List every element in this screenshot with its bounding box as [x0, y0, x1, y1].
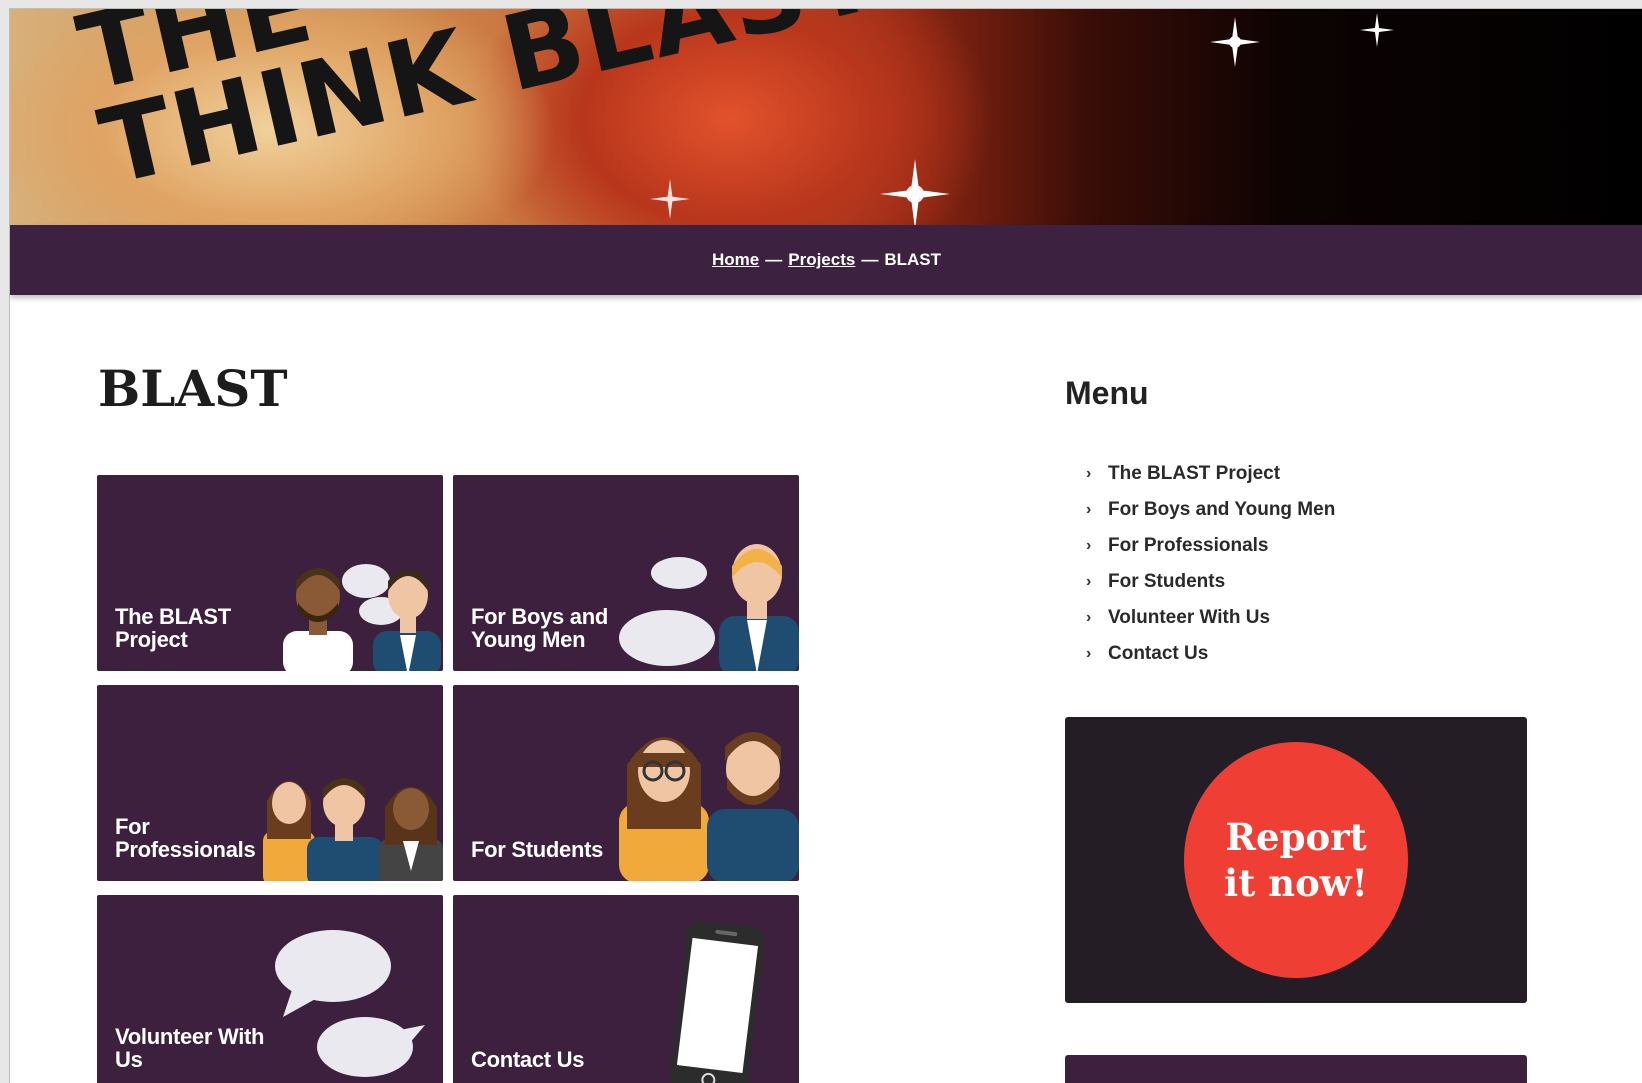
breadcrumb-home-link[interactable]: Home — [712, 250, 759, 270]
sidebar-item-for-professionals[interactable]: › For Professionals — [1086, 528, 1335, 564]
sidebar-item-contact-us[interactable]: › Contact Us — [1086, 636, 1335, 672]
sidebar-item-label: Contact Us — [1108, 643, 1209, 664]
sidebar-item-label: For Boys and Young Men — [1108, 499, 1336, 520]
page-title: BLAST — [98, 359, 288, 418]
tile-contact-us[interactable]: Contact Us — [453, 895, 799, 1083]
boy-with-speech-bubbles-icon — [619, 544, 799, 671]
chevron-right-icon: › — [1086, 609, 1092, 626]
two-students-icon — [619, 732, 799, 881]
chevron-right-icon: › — [1086, 465, 1092, 482]
tile-label: The BLAST Project — [115, 604, 231, 652]
sparkle-icon — [1360, 13, 1394, 47]
tile-label: Contact Us — [471, 1047, 585, 1072]
sparkle-icon — [1210, 17, 1260, 67]
report-it-now-button[interactable]: Report it now! — [1184, 742, 1408, 978]
sidebar-item-volunteer-with-us[interactable]: › Volunteer With Us — [1086, 600, 1335, 636]
breadcrumb: Home — Projects — BLAST — [10, 225, 1642, 295]
browser-frame: THE THINK BLAST Home — Projects — BLAST … — [0, 0, 1642, 1083]
web-page: THE THINK BLAST Home — Projects — BLAST … — [9, 8, 1642, 1083]
sidebar-item-label: For Students — [1108, 571, 1226, 592]
sparkle-icon — [650, 179, 690, 219]
breadcrumb-current: BLAST — [884, 250, 941, 269]
three-professionals-icon — [263, 778, 443, 881]
sidebar-item-for-boys-and-young-men[interactable]: › For Boys and Young Men — [1086, 492, 1335, 528]
mobile-phone-icon — [669, 920, 765, 1083]
tile-for-professionals[interactable]: For Professionals — [97, 685, 443, 881]
sidebar-item-label: Volunteer With Us — [1108, 607, 1271, 628]
chevron-right-icon: › — [1086, 501, 1092, 518]
chevron-right-icon: › — [1086, 573, 1092, 590]
banner-logo-text: THE THINK BLAST — [68, 9, 891, 209]
chevron-right-icon: › — [1086, 537, 1092, 554]
speech-bubbles-icon — [275, 930, 425, 1077]
sidebar-item-the-blast-project[interactable]: › The BLAST Project — [1086, 456, 1335, 492]
sidebar-menu: › The BLAST Project › For Boys and Young… — [1086, 456, 1335, 672]
sidebar-item-label: The BLAST Project — [1108, 463, 1281, 484]
tile-for-boys-and-young-men[interactable]: For Boys and Young Men — [453, 475, 799, 671]
report-widget: Report it now! — [1065, 717, 1527, 1003]
sidebar-item-label: For Professionals — [1108, 535, 1269, 556]
sparkle-icon — [880, 159, 950, 225]
tile-label: For Boys and Young Men — [471, 604, 608, 652]
two-people-talking-icon — [283, 564, 441, 671]
tile-label: Volunteer With Us — [115, 1024, 265, 1072]
tile-volunteer-with-us[interactable]: Volunteer With Us — [97, 895, 443, 1083]
breadcrumb-separator: — — [765, 250, 783, 269]
sidebar-item-for-students[interactable]: › For Students — [1086, 564, 1335, 600]
chevron-right-icon: › — [1086, 645, 1092, 662]
breadcrumb-separator: — — [861, 250, 879, 269]
tile-label: For Students — [471, 837, 604, 862]
sidebar-widget — [1065, 1055, 1527, 1083]
tile-label: For Professionals — [115, 814, 256, 862]
report-line-1: Report — [1225, 815, 1367, 859]
report-line-2: it now! — [1224, 861, 1368, 905]
tile-the-blast-project[interactable]: The BLAST Project — [97, 475, 443, 671]
sidebar-menu-title: Menu — [1065, 375, 1149, 411]
tile-for-students[interactable]: For Students — [453, 685, 799, 881]
header-banner: THE THINK BLAST — [10, 9, 1642, 225]
breadcrumb-projects-link[interactable]: Projects — [788, 250, 855, 270]
